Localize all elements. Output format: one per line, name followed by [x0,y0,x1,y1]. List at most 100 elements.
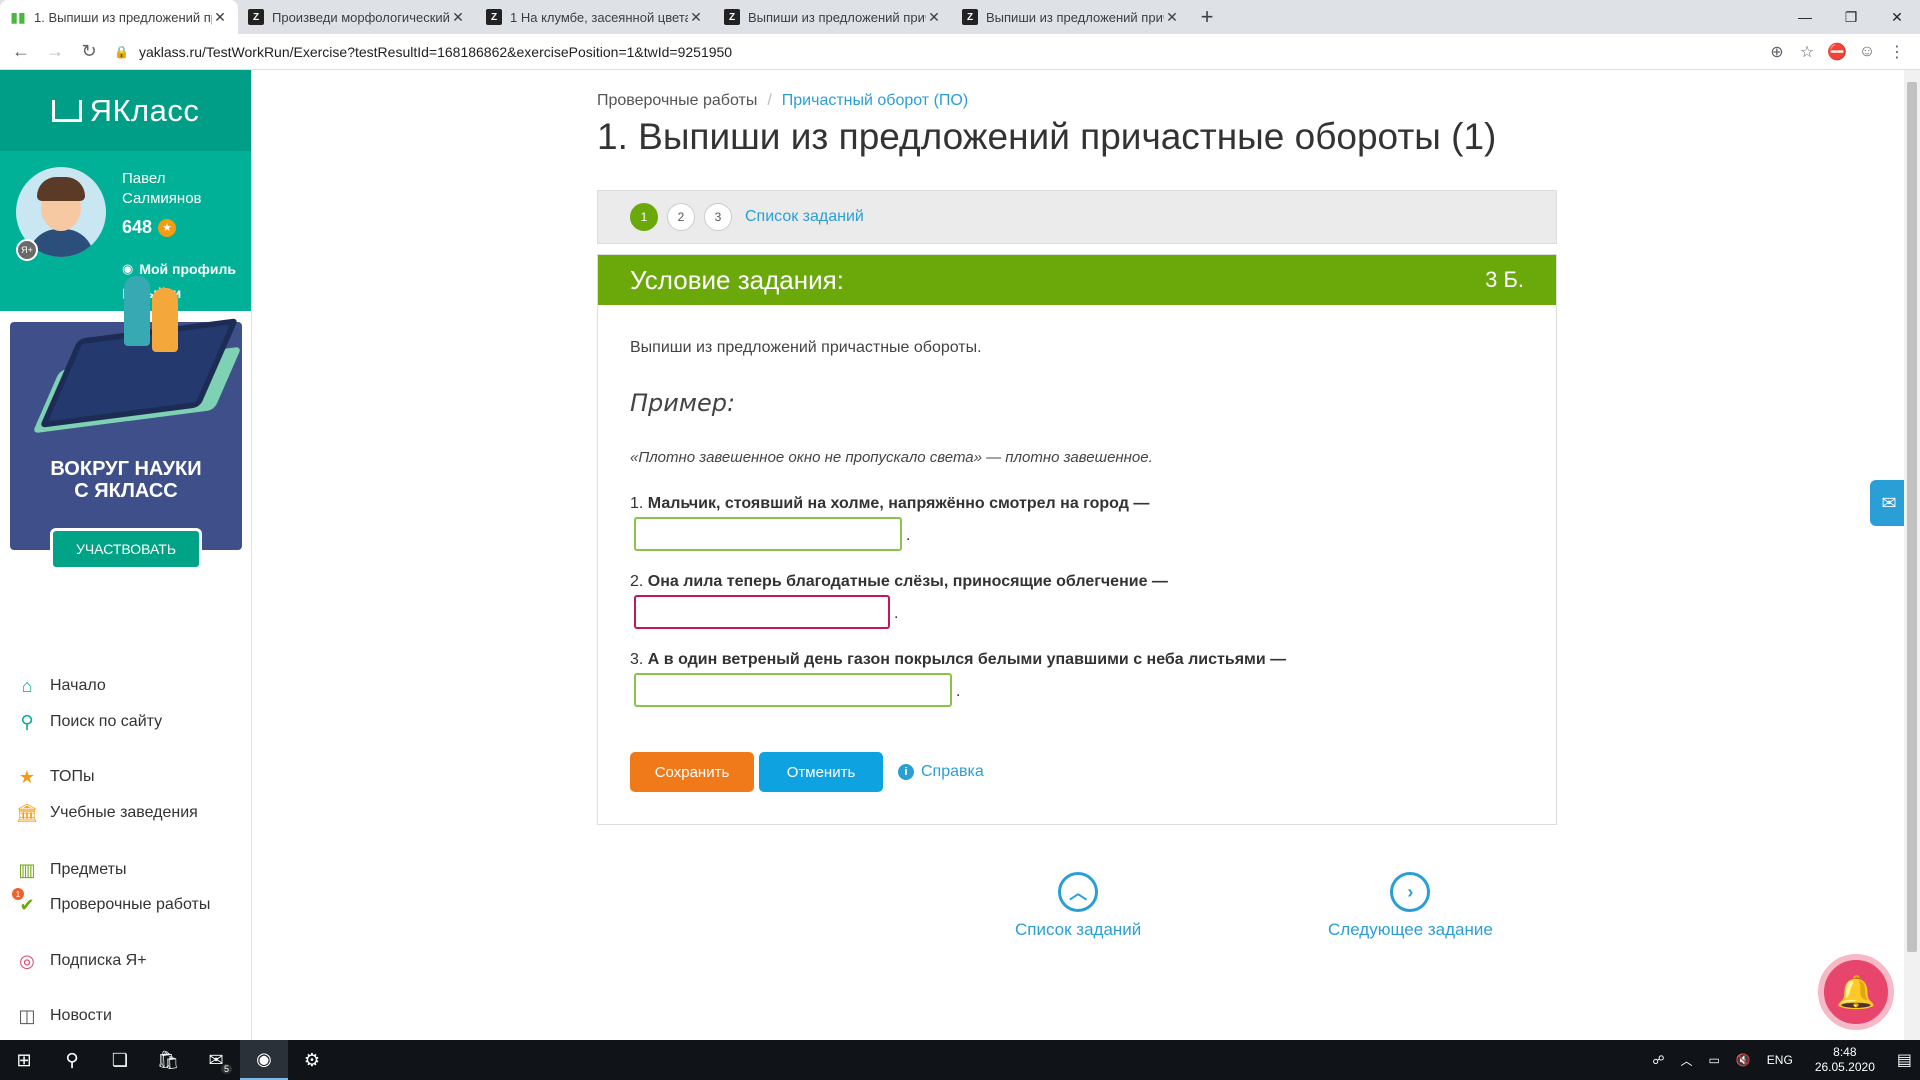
breadcrumb-root[interactable]: Проверочные работы [597,92,757,110]
sidebar-item-tops[interactable]: ★ ТОПы [16,766,95,788]
info-icon: i [898,764,914,780]
sidebar-item-home[interactable]: ⌂ Начало [16,675,106,697]
store-icon[interactable]: 🛍 [144,1040,192,1080]
task-list-link[interactable]: Список заданий [745,208,864,226]
notification-bell-icon[interactable]: 🔔 [1818,954,1894,1030]
help-link[interactable]: i Справка [898,763,984,781]
chrome-icon[interactable]: ◉ [240,1040,288,1080]
address-bar[interactable]: 🔒 yaklass.ru/TestWorkRun/Exercise?testRe… [114,38,1750,66]
ya-plus-icon: ◎ [19,950,35,971]
example-heading: Пример: [630,389,736,417]
sidebar-item-label: Предметы [50,861,127,878]
book-icon: ▥ [18,859,36,880]
check-icon: ✔ 1 [12,888,38,916]
install-icon[interactable]: ⊕ [1762,38,1792,66]
question-number: 2. [630,573,644,590]
answer-input-2[interactable] [634,595,890,629]
help-label: Справка [921,763,984,780]
new-tab-icon[interactable]: + [1190,0,1224,34]
step-3[interactable]: 3 [704,203,732,231]
action-center-icon[interactable]: ▤ [1897,1050,1912,1070]
profile-icon[interactable]: ☺ [1852,38,1882,66]
maximize-icon[interactable]: ❐ [1828,0,1874,34]
system-tray: ☍ ︿ ▭ 🔇 ENG 8:48 26.05.2020 ▤ [1644,1040,1920,1080]
yaklass-favicon-icon: ▮▮ [10,8,26,25]
network-icon[interactable]: ▭ [1709,1053,1720,1067]
minimize-icon[interactable]: — [1782,0,1828,34]
sidebar-item-news[interactable]: ◫ Новости [16,1005,111,1027]
page-scrollbar[interactable] [1904,70,1920,1040]
ya-plus-badge: Я+ [16,239,38,261]
save-button[interactable]: Сохранить [630,752,754,792]
answer-input-3[interactable] [634,673,952,707]
participate-button[interactable]: УЧАСТВОВАТЬ [50,528,202,570]
language-indicator[interactable]: ENG [1767,1053,1793,1067]
task-view-icon[interactable]: ❏ [96,1040,144,1080]
tab-close-icon[interactable]: ✕ [450,9,466,26]
back-icon[interactable]: ← [8,39,34,65]
sidebar-item-schools[interactable]: 🏛 Учебные заведения [16,802,198,824]
user-name[interactable]: Павел Салмиянов [122,169,202,209]
next-task-nav[interactable]: › Следующее задание [1328,872,1493,940]
sidebar-item-subscription[interactable]: ◎ Подписка Я+ [16,950,146,972]
answer-input-1[interactable] [634,517,902,551]
star-icon: ★ [18,766,36,787]
step-1[interactable]: 1 [630,203,658,231]
tab-close-icon[interactable]: ✕ [688,9,704,26]
forward-icon[interactable]: → [42,39,68,65]
mail-icon[interactable]: ✉ 5 [192,1040,240,1080]
browser-tab-5[interactable]: Z Выпиши из предложений прич ✕ [952,0,1190,34]
breadcrumb-current[interactable]: Причастный оборот (ПО) [782,92,968,110]
tab-title: Произведи морфологический р [272,9,450,25]
browser-tab-3[interactable]: Z 1 На клумбе, засеянной цветам ✕ [476,0,714,34]
extension-icon[interactable]: ⛔ [1822,38,1852,66]
points-value: 648 [122,217,153,237]
home-icon: ⌂ [21,675,33,696]
tab-title: 1 На клумбе, засеянной цветам [510,9,688,25]
sidebar-item-tests[interactable]: ✔ 1 Проверочные работы [12,888,211,916]
tray-chevron-up-icon[interactable]: ︿ [1680,1052,1692,1069]
site-logo[interactable]: ЯКласс [0,70,251,151]
task-points: 3 Б. [1485,267,1524,292]
step-2[interactable]: 2 [667,203,695,231]
clock-date: 26.05.2020 [1814,1060,1875,1074]
sidebar-item-label: Проверочные работы [50,896,211,913]
sidebar-item-subjects[interactable]: ▥ Предметы [16,859,126,881]
scrollbar-thumb[interactable] [1907,82,1917,952]
search-icon[interactable]: ⚲ [48,1040,96,1080]
notification-badge: 1 [12,888,24,900]
browser-tab-1[interactable]: ▮▮ 1. Выпиши из предложений пр ✕ [0,0,238,34]
browser-toolbar: ← → ↻ 🔒 yaklass.ru/TestWorkRun/Exercise?… [0,34,1920,70]
user-last-name: Салмиянов [122,190,202,207]
volume-icon[interactable]: 🔇 [1736,1053,1751,1067]
promo-title-line1: ВОКРУГ НАУКИ [50,458,202,480]
tab-close-icon[interactable]: ✕ [212,9,228,26]
steam-icon[interactable]: ⚙ [288,1040,336,1080]
step-navigation: 1 2 3 Список заданий [597,190,1557,244]
sidebar-item-search[interactable]: ⚲ Поиск по сайту [16,711,162,733]
school-icon: 🏛 [15,802,39,823]
tab-close-icon[interactable]: ✕ [926,9,942,26]
people-icon[interactable]: ☍ [1652,1053,1664,1067]
clock[interactable]: 8:48 26.05.2020 [1815,1045,1875,1075]
question-text: Она лила теперь благодатные слёзы, прино… [647,573,1168,590]
task-list-nav[interactable]: ︿ Список заданий [1015,872,1141,940]
cancel-button[interactable]: Отменить [759,752,883,792]
promo-illustration [32,268,242,434]
feedback-mail-icon[interactable]: ✉ [1870,480,1908,526]
menu-dots-icon[interactable]: ⋮ [1882,38,1912,66]
znanija-favicon-icon: Z [486,9,502,25]
browser-tab-4[interactable]: Z Выпиши из предложений прич ✕ [714,0,952,34]
close-window-icon[interactable]: ✕ [1874,0,1920,34]
task-card-header: Условие задания: 3 Б. [598,255,1556,305]
tab-close-icon[interactable]: ✕ [1164,9,1180,26]
reload-icon[interactable]: ↻ [76,39,102,65]
task-condition-heading: Условие задания: [630,264,844,295]
window-controls: — ❐ ✕ [1782,0,1920,34]
windows-start-icon[interactable]: ⊞ [0,1040,48,1080]
bookmark-star-icon[interactable]: ☆ [1792,38,1822,66]
points-star-icon: ★ [158,218,177,237]
toolbar-actions: ⊕ ☆ ⛔ ☺ ⋮ [1762,38,1912,66]
task-list-nav-label: Список заданий [1015,920,1142,939]
browser-tab-2[interactable]: Z Произведи морфологический р ✕ [238,0,476,34]
